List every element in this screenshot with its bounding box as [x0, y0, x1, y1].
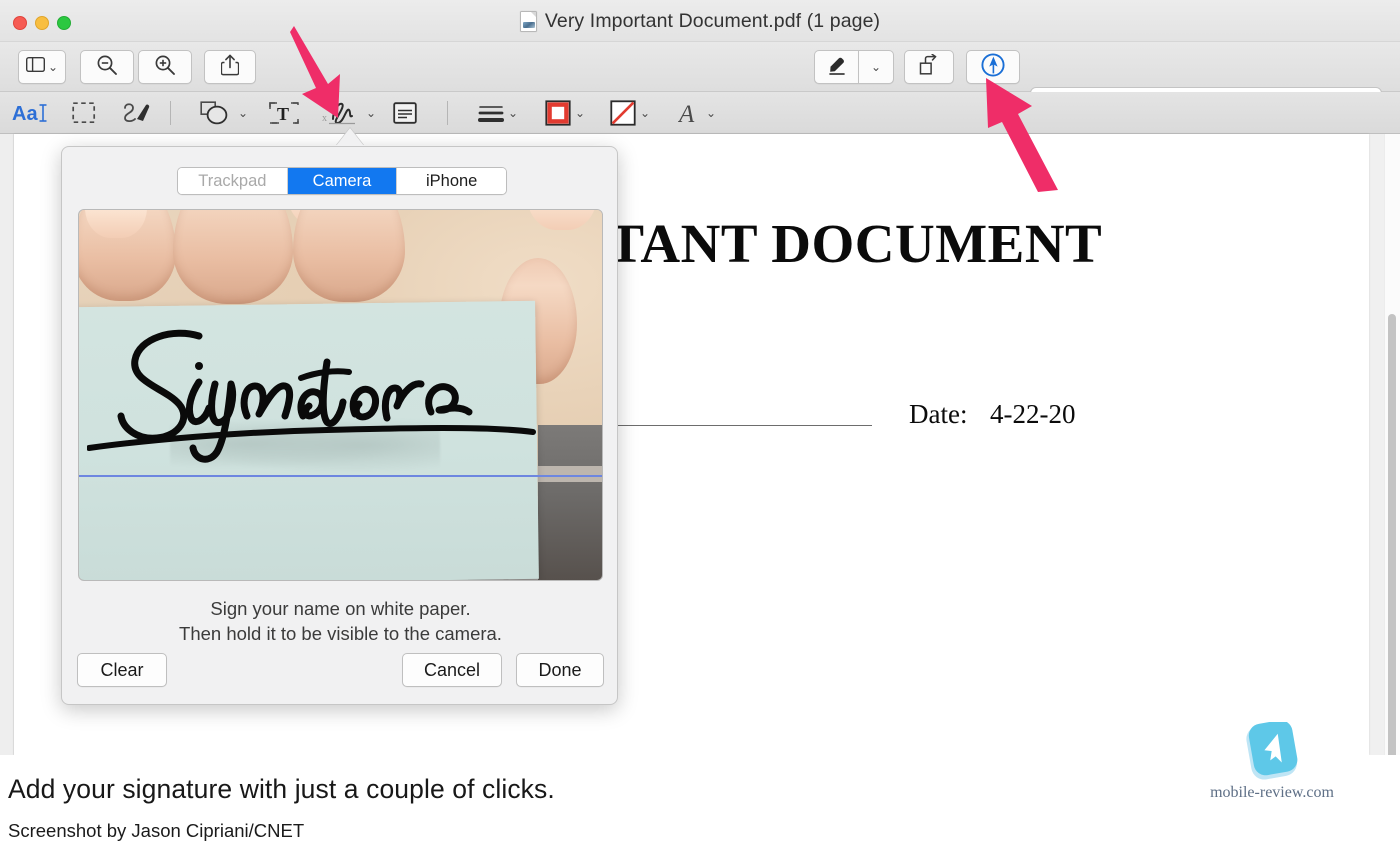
instruction-line-1: Sign your name on white paper.	[210, 598, 471, 619]
window-title: Very Important Document.pdf (1 page)	[544, 9, 881, 32]
date-value: 4-22-20	[990, 399, 1076, 429]
signature-source-segmented-control[interactable]: Trackpad Camera iPhone	[177, 167, 507, 195]
screenshot-root: Very Important Document.pdf (1 page) ⌄ ⌄…	[0, 0, 1400, 849]
background-shelf-edge	[538, 466, 602, 482]
date-label: Date:	[909, 399, 968, 429]
popover-buttons: Clear Cancel Done	[62, 653, 619, 687]
chevron-down-icon: ⌄	[508, 106, 519, 120]
marker-pen-icon	[826, 54, 848, 81]
line-thickness-tool[interactable]: ⌄	[478, 92, 518, 134]
chevron-down-icon: ⌄	[706, 106, 717, 120]
border-color-tool[interactable]: ⌄	[545, 92, 585, 134]
page-gutter	[0, 134, 14, 755]
markup-button[interactable]	[814, 50, 858, 84]
done-button[interactable]: Done	[516, 653, 604, 687]
preview-window: Very Important Document.pdf (1 page) ⌄ ⌄…	[0, 0, 1400, 755]
tab-trackpad[interactable]: Trackpad	[178, 168, 288, 194]
zoom-out-button[interactable]	[80, 50, 134, 84]
share-icon	[220, 54, 240, 81]
rectangular-selection-tool[interactable]	[72, 92, 96, 134]
note-tool[interactable]	[393, 92, 417, 134]
sketch-tool[interactable]	[122, 92, 152, 134]
zoom-out-icon	[96, 54, 118, 81]
caption-text: Add your signature with just a couple of…	[8, 774, 555, 804]
clear-button[interactable]: Clear	[77, 653, 167, 687]
toolbar-divider	[170, 101, 171, 125]
chevron-down-icon: ⌄	[366, 106, 377, 120]
rotate-left-icon	[917, 53, 941, 81]
instruction-line-2: Then hold it to be visible to the camera…	[179, 622, 502, 644]
tab-iphone[interactable]: iPhone	[397, 168, 506, 194]
finger	[293, 210, 597, 302]
mobile-review-logo-icon	[1246, 720, 1298, 780]
tab-camera[interactable]: Camera	[287, 168, 398, 194]
rotate-left-button[interactable]	[904, 50, 954, 84]
chevron-down-icon: ⌄	[640, 106, 651, 120]
chevron-down-icon: ⌄	[47, 60, 59, 74]
watermark: mobile-review.com	[1202, 720, 1342, 806]
text-selection-tool[interactable]: Aa	[12, 92, 54, 134]
caption-credit: Screenshot by Jason Cipriani/CNET	[8, 820, 305, 841]
finger	[79, 210, 176, 301]
sidebar-icon	[25, 56, 45, 77]
share-button[interactable]	[204, 50, 256, 84]
shapes-tool[interactable]: ⌄	[200, 92, 248, 134]
title-bar: Very Important Document.pdf (1 page)	[0, 0, 1400, 42]
font-style-tool[interactable]: A ⌄	[678, 92, 716, 134]
fingernail	[85, 210, 147, 238]
title-center: Very Important Document.pdf (1 page)	[0, 0, 1400, 42]
vertical-scrollbar[interactable]	[1384, 134, 1400, 755]
camera-instructions: Sign your name on white paper. Then hold…	[62, 597, 619, 646]
pdf-document-icon	[519, 10, 537, 32]
markup-dropdown-button[interactable]: ⌄	[858, 50, 894, 84]
markup-toolbar: Aa ⌄ T x ⌄ ⌄ ⌄ ⌄ A ⌄	[0, 92, 1400, 134]
chevron-down-icon: ⌄	[238, 106, 249, 120]
zoom-in-icon	[154, 54, 176, 81]
annotation-arrow-to-sign-tool	[290, 26, 340, 118]
background-shelf	[538, 425, 602, 580]
sidebar-view-button[interactable]: ⌄	[18, 50, 66, 84]
scrollbar-thumb[interactable]	[1388, 314, 1396, 755]
chevron-down-icon: ⌄	[575, 106, 586, 120]
camera-guide-line	[79, 475, 602, 477]
popover-arrow	[336, 128, 364, 146]
svg-text:A: A	[678, 101, 695, 126]
camera-preview	[78, 209, 603, 581]
chevron-down-icon: ⌄	[870, 60, 882, 74]
fill-color-tool[interactable]: ⌄	[610, 92, 650, 134]
cancel-button[interactable]: Cancel	[402, 653, 502, 687]
signature-popover: Trackpad Camera iPhone Sign your name on…	[61, 146, 618, 705]
handwritten-signature	[87, 329, 536, 463]
watermark-text: mobile-review.com	[1210, 784, 1334, 801]
finger	[173, 210, 361, 304]
toolbar-divider	[447, 101, 448, 125]
svg-text:Aa: Aa	[12, 103, 38, 125]
zoom-in-button[interactable]	[138, 50, 192, 84]
main-toolbar: ⌄ ⌄	[0, 42, 1400, 120]
annotation-arrow-to-annotate-button	[986, 78, 1058, 192]
